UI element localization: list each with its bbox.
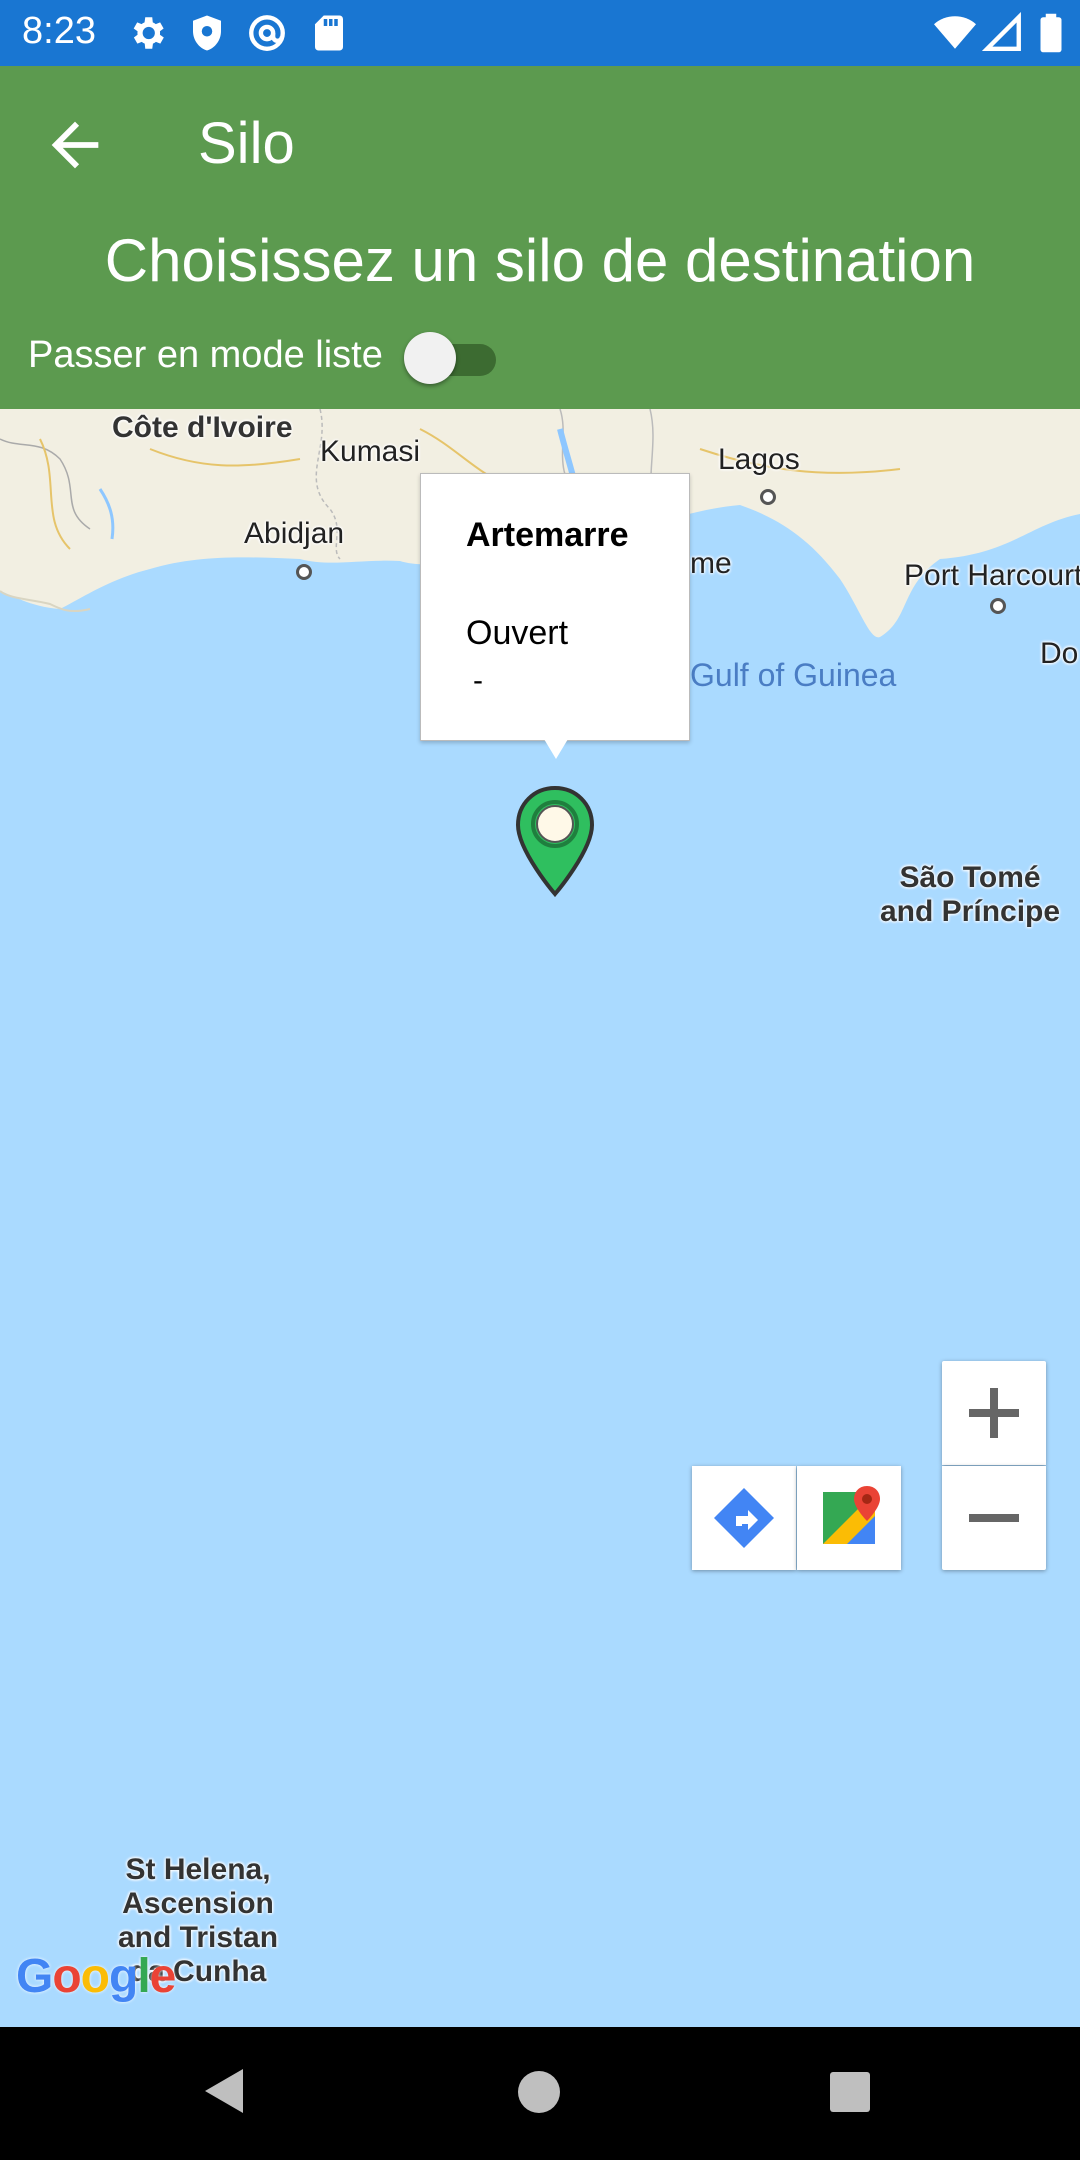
map-view[interactable]: Côte d'Ivoire Kumasi Lagos Abidjan me Po… (0, 409, 1080, 2027)
silo-extra: - (473, 664, 483, 697)
place-douala: Do (1040, 637, 1079, 670)
place-sao-tome-line1: São Tomé (899, 861, 1041, 894)
place-abidjan: Abidjan (244, 517, 345, 550)
status-bar: 8:23 (0, 0, 1080, 66)
place-st-helena-line2: Ascension (122, 1887, 274, 1920)
water-label-gulf: Gulf of Guinea (690, 657, 897, 693)
subtitle: Choisissez un silo de destination (104, 227, 976, 294)
list-mode-toggle[interactable] (404, 328, 496, 388)
place-kumasi: Kumasi (320, 435, 421, 468)
zoom-out-button[interactable] (942, 1466, 1046, 1570)
place-lome: me (690, 547, 732, 580)
wifi-icon (934, 16, 976, 49)
place-sao-tome: São Tomé and Príncipe (880, 861, 1060, 929)
status-time: 8:23 (22, 10, 96, 52)
info-window-pointer (544, 739, 568, 759)
sd-card-icon (315, 15, 343, 51)
system-nav-bar (0, 2027, 1080, 2160)
map-pin-icon[interactable] (512, 784, 598, 898)
place-sao-tome-line2: and Príncipe (880, 895, 1061, 928)
silo-name: Artemarre (466, 516, 629, 554)
shield-icon (193, 15, 221, 51)
at-sign-icon (249, 15, 285, 51)
directions-icon (714, 1488, 774, 1548)
silo-status: Ouvert (466, 614, 569, 652)
city-dot-abidjan (296, 564, 312, 580)
city-dot-lagos (760, 489, 776, 505)
open-google-maps-button[interactable] (797, 1466, 901, 1570)
directions-button[interactable] (692, 1466, 796, 1570)
google-maps-icon (823, 1486, 880, 1544)
nav-home-icon[interactable] (518, 2071, 560, 2113)
place-cote-divoire: Côte d'Ivoire (112, 411, 293, 444)
nav-back-icon[interactable] (205, 2069, 243, 2113)
place-lagos: Lagos (718, 443, 800, 476)
page-title: Silo (198, 111, 295, 176)
signal-icon (982, 12, 1021, 51)
google-logo: Google (16, 1950, 176, 2003)
city-dot-port-harcourt (990, 598, 1006, 614)
list-mode-label: Passer en mode liste (28, 334, 383, 376)
place-st-helena-line1: St Helena, (125, 1853, 271, 1886)
minus-icon (969, 1514, 1019, 1522)
gear-icon (133, 17, 164, 49)
plus-icon-v (990, 1388, 998, 1438)
zoom-in-button[interactable] (942, 1361, 1046, 1465)
toggle-knob (404, 332, 456, 384)
app-bar: Silo Choisissez un silo de destination P… (0, 66, 1080, 409)
marker-info-window[interactable]: Artemarre Ouvert - (420, 473, 690, 741)
place-port-harcourt: Port Harcourt (904, 559, 1080, 592)
nav-recents-icon[interactable] (830, 2072, 870, 2112)
battery-icon (1040, 13, 1062, 53)
arrow-left-icon[interactable] (40, 110, 110, 180)
